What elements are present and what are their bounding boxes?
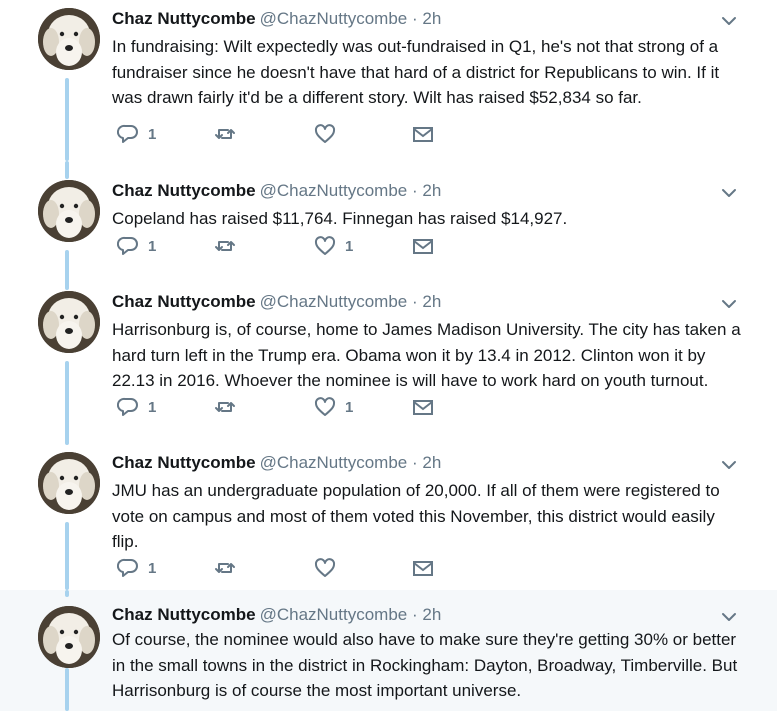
tweet[interactable]: Chaz Nuttycombe @ChazNuttycombe · 2h In f… — [0, 0, 777, 161]
reply-count: 1 — [148, 125, 157, 143]
reply-count: 1 — [148, 559, 157, 577]
chevron-down-icon[interactable] — [718, 182, 740, 204]
avatar[interactable] — [38, 606, 100, 668]
timestamp[interactable]: 2h — [422, 9, 441, 28]
like-count: 1 — [345, 398, 354, 416]
reply-icon — [117, 557, 139, 579]
heart-icon — [314, 557, 336, 579]
tweet-text: Copeland has raised $11,764. Finnegan ha… — [112, 209, 568, 228]
tweet-text: JMU has an undergraduate population of 2… — [112, 481, 720, 551]
like-count: 1 — [345, 237, 354, 255]
avatar-image — [38, 606, 100, 668]
thread-connector — [65, 78, 69, 161]
separator: · — [411, 292, 418, 311]
tweet-text: Harrisonburg is, of course, home to Jame… — [112, 320, 741, 390]
chevron-down-icon[interactable] — [718, 10, 740, 32]
tweet[interactable]: Chaz Nuttycombe @ChazNuttycombe · 2h JMU … — [0, 444, 777, 590]
tweet-thread: Chaz Nuttycombe @ChazNuttycombe · 2h In f… — [0, 0, 777, 711]
dm-button[interactable] — [412, 122, 434, 146]
thread-connector — [65, 522, 69, 590]
avatar[interactable] — [38, 452, 100, 514]
dm-button[interactable] — [412, 234, 434, 258]
chevron-down-icon[interactable] — [718, 606, 740, 628]
user-handle[interactable]: @ChazNuttycombe — [260, 453, 408, 472]
avatar-image — [38, 180, 100, 242]
reply-count: 1 — [148, 398, 157, 416]
envelope-icon — [412, 396, 434, 418]
envelope-icon — [412, 123, 434, 145]
heart-icon — [314, 123, 336, 145]
user-handle[interactable]: @ChazNuttycombe — [260, 292, 408, 311]
retweet-button[interactable] — [214, 556, 245, 580]
like-button[interactable]: 1 — [314, 234, 353, 258]
reply-count: 1 — [148, 237, 157, 255]
reply-button[interactable]: 1 — [117, 234, 156, 258]
reply-icon — [117, 235, 139, 257]
retweet-icon — [214, 557, 236, 579]
user-handle[interactable]: @ChazNuttycombe — [260, 9, 408, 28]
like-button[interactable]: 1 — [314, 395, 353, 419]
avatar[interactable] — [38, 180, 100, 242]
timestamp[interactable]: 2h — [422, 181, 441, 200]
envelope-icon — [412, 235, 434, 257]
tweet-text: Of course, the nominee would also have t… — [112, 630, 738, 700]
display-name[interactable]: Chaz Nuttycombe — [112, 453, 256, 472]
retweet-icon — [214, 123, 236, 145]
like-button[interactable] — [314, 556, 345, 580]
tweet-header: Chaz Nuttycombe @ChazNuttycombe · 2h — [112, 9, 441, 29]
thread-connector — [65, 590, 69, 597]
retweet-button[interactable] — [214, 122, 245, 146]
tweet[interactable]: Chaz Nuttycombe @ChazNuttycombe · 2h Cope… — [0, 161, 777, 285]
reply-button[interactable]: 1 — [117, 556, 156, 580]
reply-button[interactable]: 1 — [117, 395, 156, 419]
separator: · — [411, 181, 418, 200]
heart-icon — [314, 235, 336, 257]
user-handle[interactable]: @ChazNuttycombe — [260, 181, 408, 200]
display-name[interactable]: Chaz Nuttycombe — [112, 181, 256, 200]
separator: · — [411, 453, 418, 472]
tweet-header: Chaz Nuttycombe @ChazNuttycombe · 2h — [112, 605, 441, 625]
envelope-icon — [412, 557, 434, 579]
retweet-button[interactable] — [214, 234, 245, 258]
display-name[interactable]: Chaz Nuttycombe — [112, 9, 256, 28]
timestamp[interactable]: 2h — [422, 292, 441, 311]
avatar[interactable] — [38, 291, 100, 353]
thread-connector — [65, 272, 69, 290]
separator: · — [411, 9, 418, 28]
timestamp[interactable]: 2h — [422, 453, 441, 472]
avatar-image — [38, 8, 100, 70]
separator: · — [411, 605, 418, 624]
chevron-down-icon[interactable] — [718, 454, 740, 476]
tweet-text: In fundraising: Wilt expectedly was out-… — [112, 37, 720, 107]
retweet-icon — [214, 396, 236, 418]
dm-button[interactable] — [412, 556, 434, 580]
chevron-down-icon[interactable] — [718, 293, 740, 315]
retweet-icon — [214, 235, 236, 257]
like-button[interactable] — [314, 122, 345, 146]
tweet-header: Chaz Nuttycombe @ChazNuttycombe · 2h — [112, 181, 441, 201]
display-name[interactable]: Chaz Nuttycombe — [112, 292, 256, 311]
heart-icon — [314, 396, 336, 418]
reply-icon — [117, 123, 139, 145]
thread-connector — [65, 161, 69, 179]
thread-connector — [65, 361, 69, 445]
display-name[interactable]: Chaz Nuttycombe — [112, 605, 256, 624]
thread-connector — [65, 668, 69, 711]
reply-icon — [117, 396, 139, 418]
tweet-highlighted[interactable]: Chaz Nuttycombe @ChazNuttycombe · 2h Of c… — [0, 590, 777, 711]
tweet-header: Chaz Nuttycombe @ChazNuttycombe · 2h — [112, 292, 441, 312]
user-handle[interactable]: @ChazNuttycombe — [260, 605, 408, 624]
reply-button[interactable]: 1 — [117, 122, 156, 146]
avatar[interactable] — [38, 8, 100, 70]
retweet-button[interactable] — [214, 395, 245, 419]
avatar-image — [38, 452, 100, 514]
tweet[interactable]: Chaz Nuttycombe @ChazNuttycombe · 2h Harr… — [0, 272, 777, 445]
dm-button[interactable] — [412, 395, 434, 419]
avatar-image — [38, 291, 100, 353]
timestamp[interactable]: 2h — [422, 605, 441, 624]
tweet-header: Chaz Nuttycombe @ChazNuttycombe · 2h — [112, 453, 441, 473]
